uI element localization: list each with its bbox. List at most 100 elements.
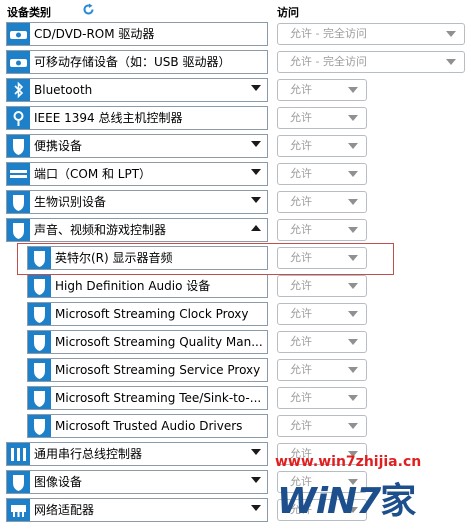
dropdown-arrow-icon[interactable] bbox=[348, 115, 358, 121]
device-label: 端口（COM 和 LPT） bbox=[34, 167, 152, 181]
device-item[interactable]: Microsoft Streaming Service Proxy bbox=[27, 358, 268, 382]
access-select[interactable]: 允许 bbox=[277, 331, 367, 353]
watermark-logo: WiN7家 bbox=[277, 472, 416, 524]
watermark-logo-text: WiN7 bbox=[277, 481, 381, 522]
selected-row-highlight bbox=[17, 243, 394, 275]
device-label: 声音、视频和游戏控制器 bbox=[34, 223, 167, 237]
dropdown-arrow-icon[interactable] bbox=[348, 227, 358, 233]
access-value: 允许 - 完全访问 bbox=[290, 27, 367, 40]
access-select[interactable]: 允许 bbox=[277, 191, 367, 213]
device-item[interactable]: Microsoft Streaming Tee/Sink-to-... bbox=[27, 386, 268, 410]
usb-icon bbox=[7, 443, 30, 465]
refresh-icon[interactable] bbox=[82, 3, 95, 16]
device-label: Microsoft Streaming Quality Man... bbox=[55, 335, 263, 349]
device-item[interactable]: 图像设备 bbox=[6, 470, 268, 494]
dropdown-arrow-icon[interactable] bbox=[348, 143, 358, 149]
access-select[interactable]: 允许 bbox=[277, 275, 367, 297]
shield-icon bbox=[28, 303, 51, 325]
device-row: High Definition Audio 设备 允许 bbox=[0, 272, 471, 300]
access-value: 允许 bbox=[290, 83, 312, 96]
device-row: CD/DVD-ROM 驱动器 允许 - 完全访问 bbox=[0, 20, 471, 48]
access-value: 允许 bbox=[290, 139, 312, 152]
device-item[interactable]: High Definition Audio 设备 bbox=[27, 274, 268, 298]
device-item[interactable]: 便携设备 bbox=[6, 134, 268, 158]
device-row: IEEE 1394 总线主机控制器 允许 bbox=[0, 104, 471, 132]
dropdown-arrow-icon[interactable] bbox=[348, 171, 358, 177]
dropdown-arrow-icon[interactable] bbox=[348, 339, 358, 345]
firewire-icon bbox=[7, 107, 30, 129]
device-label: 生物识别设备 bbox=[34, 195, 107, 209]
shield-icon bbox=[7, 135, 30, 157]
access-select[interactable]: 允许 bbox=[277, 135, 367, 157]
device-item[interactable]: Microsoft Streaming Clock Proxy bbox=[27, 302, 268, 326]
dropdown-arrow-icon[interactable] bbox=[348, 423, 358, 429]
expand-arrow-icon[interactable] bbox=[251, 85, 261, 91]
access-select[interactable]: 允许 - 完全访问 bbox=[277, 23, 465, 45]
device-item[interactable]: 网络适配器 bbox=[6, 498, 268, 522]
device-item[interactable]: Microsoft Trusted Audio Drivers bbox=[27, 414, 268, 438]
device-row: 便携设备 允许 bbox=[0, 132, 471, 160]
list-header: 设备类别 访问 bbox=[0, 0, 471, 20]
device-row: Bluetooth 允许 bbox=[0, 76, 471, 104]
device-label: CD/DVD-ROM 驱动器 bbox=[34, 27, 155, 41]
device-item[interactable]: Bluetooth bbox=[6, 78, 268, 102]
access-value: 允许 bbox=[290, 307, 312, 320]
device-row: Microsoft Streaming Service Proxy 允许 bbox=[0, 356, 471, 384]
device-label: 便携设备 bbox=[34, 139, 83, 153]
access-value: 允许 bbox=[290, 363, 312, 376]
watermark-logo-suffix: 家 bbox=[380, 481, 416, 522]
access-select[interactable]: 允许 bbox=[277, 107, 367, 129]
access-value: 允许 bbox=[290, 391, 312, 404]
device-item[interactable]: 生物识别设备 bbox=[6, 190, 268, 214]
device-label: 网络适配器 bbox=[34, 503, 95, 517]
dropdown-arrow-icon[interactable] bbox=[348, 199, 358, 205]
access-select[interactable]: 允许 - 完全访问 bbox=[277, 51, 465, 73]
dropdown-arrow-icon[interactable] bbox=[348, 395, 358, 401]
dropdown-arrow-icon[interactable] bbox=[446, 31, 456, 37]
expand-arrow-icon[interactable] bbox=[251, 505, 261, 511]
device-item[interactable]: 可移动存储设备（如：USB 驱动器） bbox=[6, 50, 268, 74]
access-select[interactable]: 允许 bbox=[277, 303, 367, 325]
device-row: 可移动存储设备（如：USB 驱动器） 允许 - 完全访问 bbox=[0, 48, 471, 76]
device-label: High Definition Audio 设备 bbox=[55, 279, 211, 293]
device-label: Microsoft Streaming Service Proxy bbox=[55, 363, 261, 377]
device-item[interactable]: CD/DVD-ROM 驱动器 bbox=[6, 22, 268, 46]
dropdown-arrow-icon[interactable] bbox=[446, 59, 456, 65]
access-select[interactable]: 允许 bbox=[277, 415, 367, 437]
access-select[interactable]: 允许 bbox=[277, 163, 367, 185]
device-row: Microsoft Trusted Audio Drivers 允许 bbox=[0, 412, 471, 440]
dropdown-arrow-icon[interactable] bbox=[348, 367, 358, 373]
watermark: www.win7zhijia.cn WiN7家 bbox=[275, 452, 465, 530]
expand-arrow-icon[interactable] bbox=[251, 169, 261, 175]
device-item[interactable]: 通用串行总线控制器 bbox=[6, 442, 268, 466]
expand-arrow-icon[interactable] bbox=[251, 141, 261, 147]
access-select[interactable]: 允许 bbox=[277, 79, 367, 101]
device-item[interactable]: 声音、视频和游戏控制器 bbox=[6, 218, 268, 242]
device-item[interactable]: 端口（COM 和 LPT） bbox=[6, 162, 268, 186]
dropdown-arrow-icon[interactable] bbox=[348, 283, 358, 289]
device-label: Microsoft Streaming Clock Proxy bbox=[55, 307, 249, 321]
shield-icon bbox=[7, 191, 30, 213]
dropdown-arrow-icon[interactable] bbox=[348, 87, 358, 93]
access-select[interactable]: 允许 bbox=[277, 359, 367, 381]
access-value: 允许 bbox=[290, 111, 312, 124]
expand-arrow-icon[interactable] bbox=[251, 477, 261, 483]
collapse-arrow-icon[interactable] bbox=[251, 225, 261, 231]
access-value: 允许 bbox=[290, 223, 312, 236]
device-row: 生物识别设备 允许 bbox=[0, 188, 471, 216]
device-row: 端口（COM 和 LPT） 允许 bbox=[0, 160, 471, 188]
dropdown-arrow-icon[interactable] bbox=[348, 311, 358, 317]
device-category-header: 设备类别 bbox=[7, 6, 51, 19]
shield-icon bbox=[28, 331, 51, 353]
expand-arrow-icon[interactable] bbox=[251, 449, 261, 455]
access-select[interactable]: 允许 bbox=[277, 387, 367, 409]
access-select[interactable]: 允许 bbox=[277, 219, 367, 241]
device-label: IEEE 1394 总线主机控制器 bbox=[34, 111, 183, 125]
access-value: 允许 - 完全访问 bbox=[290, 55, 367, 68]
access-value: 允许 bbox=[290, 279, 312, 292]
device-item[interactable]: IEEE 1394 总线主机控制器 bbox=[6, 106, 268, 130]
device-item[interactable]: Microsoft Streaming Quality Man... bbox=[27, 330, 268, 354]
access-header: 访问 bbox=[277, 6, 299, 19]
device-row: 声音、视频和游戏控制器 允许 bbox=[0, 216, 471, 244]
expand-arrow-icon[interactable] bbox=[251, 197, 261, 203]
